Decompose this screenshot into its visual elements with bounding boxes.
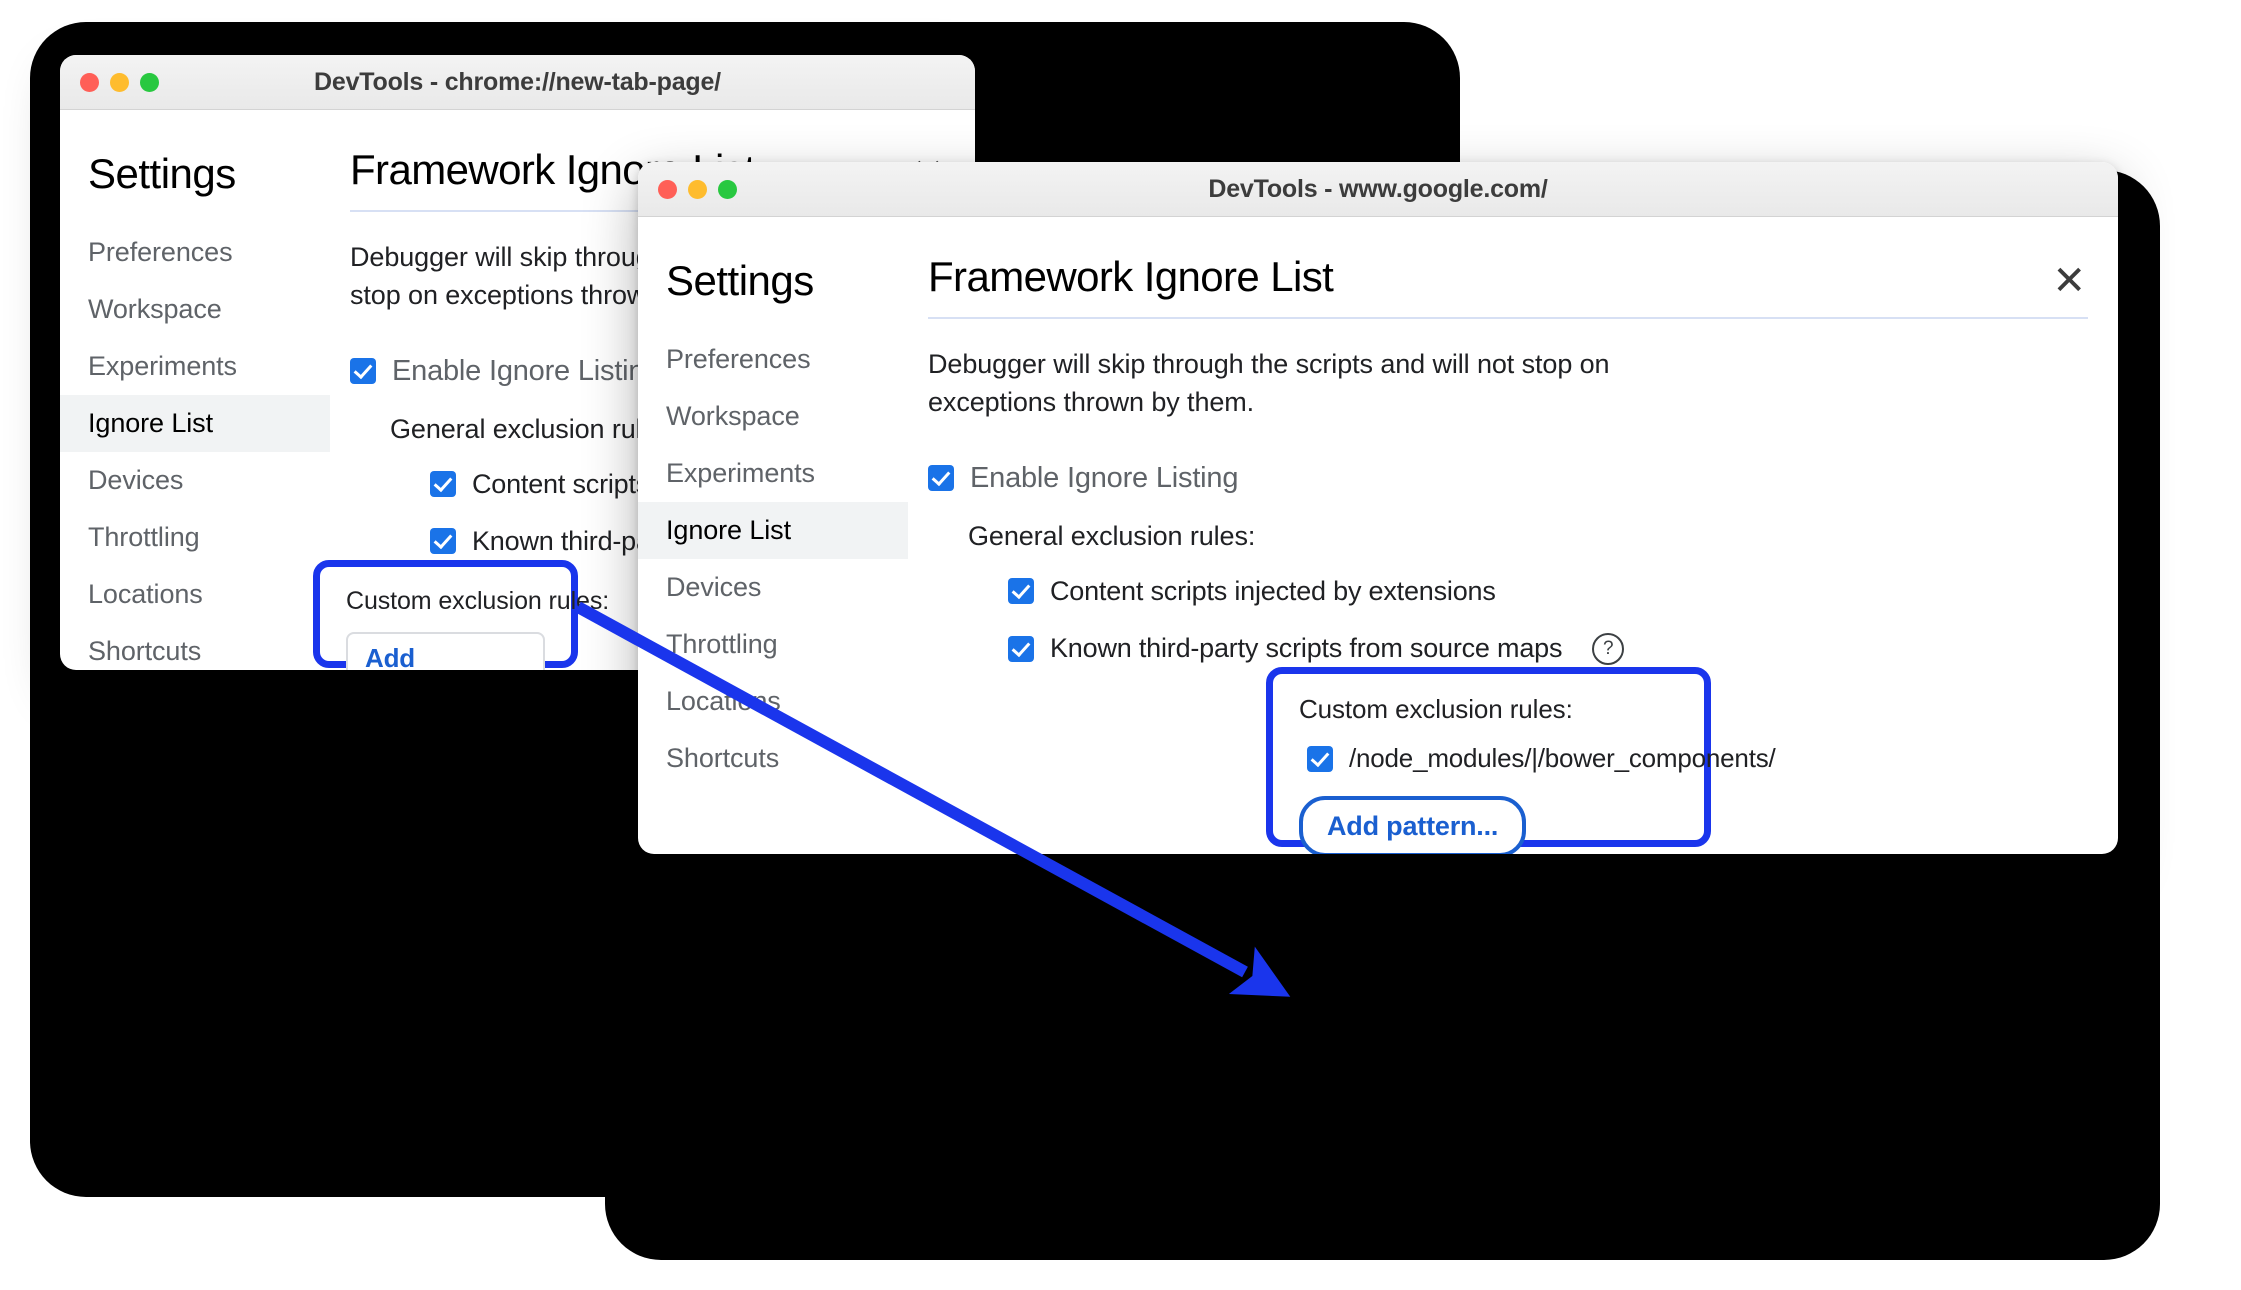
sidebar-item-workspace[interactable]: Workspace (638, 388, 908, 445)
custom-exclusion-rules-body-2: Custom exclusion rules: /node_modules/|/… (1273, 674, 1776, 854)
content-scripts-checkbox[interactable] (430, 471, 456, 498)
traffic-light-group (80, 72, 159, 92)
sidebar-heading: Settings (666, 257, 814, 304)
enable-ignore-listing-label: Enable Ignore Listing (970, 461, 1239, 494)
titlebar[interactable]: DevTools - chrome://new-tab-page/ (60, 55, 975, 110)
minimize-window-button[interactable] (688, 179, 707, 199)
close-window-button[interactable] (80, 72, 99, 92)
traffic-light-group (658, 179, 737, 199)
third-party-scripts-checkbox[interactable] (430, 528, 456, 555)
sidebar-item-preferences[interactable]: Preferences (638, 331, 908, 388)
sidebar-item-ignore-list[interactable]: Ignore List (60, 395, 330, 452)
custom-exclusion-rules-label-1: Custom exclusion rules: (346, 587, 610, 615)
enable-ignore-listing-checkbox[interactable] (350, 358, 376, 385)
sidebar-item-devices[interactable]: Devices (60, 452, 330, 509)
settings-sidebar: Settings Preferences Workspace Experimen… (638, 235, 908, 787)
general-exclusion-rules-label: General exclusion rules: (968, 520, 1256, 551)
sidebar-item-devices[interactable]: Devices (638, 559, 908, 616)
titlebar[interactable]: DevTools - www.google.com/ (638, 162, 2118, 217)
window-body: ✕ Settings Preferences Workspace Experim… (638, 217, 2118, 854)
devtools-window-google[interactable]: DevTools - www.google.com/ ✕ Settings Pr… (638, 162, 2118, 854)
settings-sidebar: Settings Preferences Workspace Experimen… (60, 128, 330, 670)
sidebar-item-locations[interactable]: Locations (638, 673, 908, 730)
general-rules-group: General exclusion rules: Content scripts… (928, 521, 2088, 665)
content-scripts-row[interactable]: Content scripts injected by extensions (968, 576, 2088, 607)
help-icon[interactable]: ? (1592, 632, 1625, 665)
zoom-window-button[interactable] (718, 179, 737, 199)
sidebar-item-ignore-list[interactable]: Ignore List (638, 502, 908, 559)
sidebar-item-locations[interactable]: Locations (60, 566, 330, 623)
zoom-window-button[interactable] (140, 72, 159, 92)
minimize-window-button[interactable] (110, 72, 129, 92)
custom-rule-checkbox[interactable] (1307, 745, 1333, 772)
third-party-scripts-row[interactable]: Known third-party scripts from source ma… (968, 632, 2088, 665)
custom-rule-label: /node_modules/|/bower_components/ (1349, 743, 1776, 773)
title-divider (928, 317, 2088, 319)
custom-rule-row[interactable]: /node_modules/|/bower_components/ (1299, 743, 1776, 774)
close-settings-icon[interactable]: ✕ (2052, 261, 2086, 301)
window-title: DevTools - www.google.com/ (1208, 174, 1548, 203)
sidebar-heading: Settings (88, 150, 236, 197)
window-title: DevTools - chrome://new-tab-page/ (314, 67, 721, 96)
third-party-scripts-checkbox[interactable] (1008, 635, 1034, 662)
sidebar-item-experiments[interactable]: Experiments (638, 445, 908, 502)
enable-ignore-listing-checkbox[interactable] (928, 465, 954, 492)
close-window-button[interactable] (658, 179, 677, 199)
custom-exclusion-rules-body-1: Custom exclusion rules: Add pattern... (320, 567, 610, 670)
sidebar-item-shortcuts[interactable]: Shortcuts (60, 623, 330, 670)
add-pattern-button-2[interactable]: Add pattern... (1299, 796, 1527, 854)
page-description: Debugger will skip through the scripts a… (928, 349, 1610, 418)
third-party-scripts-label: Known third-party scripts from source ma… (1050, 633, 1563, 664)
content-scripts-label: Content scripts injected by extensions (1050, 575, 1496, 606)
sidebar-item-workspace[interactable]: Workspace (60, 281, 330, 338)
sidebar-item-preferences[interactable]: Preferences (60, 224, 330, 281)
enable-ignore-listing-label: Enable Ignore Listing (392, 354, 661, 387)
sidebar-item-experiments[interactable]: Experiments (60, 338, 330, 395)
custom-exclusion-rules-label-2: Custom exclusion rules: (1299, 694, 1573, 724)
add-pattern-button-1[interactable]: Add pattern... (346, 632, 545, 670)
custom-exclusion-rules-highlight-1: Custom exclusion rules: Add pattern... (313, 560, 610, 670)
sidebar-item-throttling[interactable]: Throttling (60, 509, 330, 566)
sidebar-item-shortcuts[interactable]: Shortcuts (638, 730, 908, 787)
content-scripts-checkbox[interactable] (1008, 578, 1034, 605)
sidebar-item-throttling[interactable]: Throttling (638, 616, 908, 673)
custom-exclusion-rules-highlight-2: Custom exclusion rules: /node_modules/|/… (1266, 667, 1776, 854)
page-title: Framework Ignore List (928, 253, 1334, 300)
enable-ignore-listing-row[interactable]: Enable Ignore Listing (928, 462, 2088, 495)
